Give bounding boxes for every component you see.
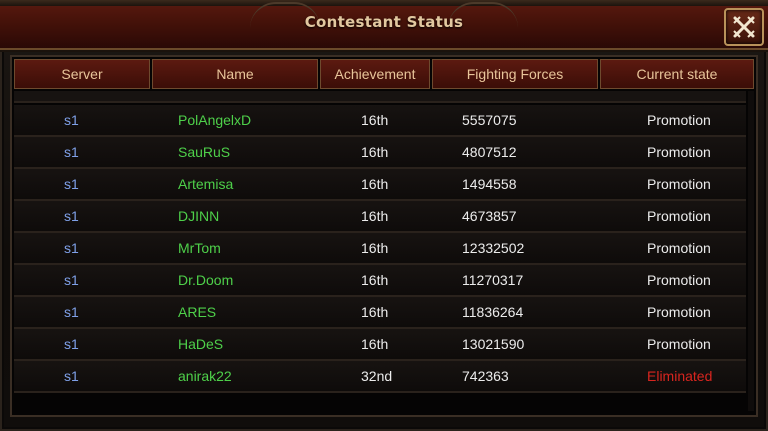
- achievement-cell: 16th: [361, 304, 389, 320]
- fighting-forces-cell: 4807512: [462, 144, 517, 160]
- name-cell: Artemisa: [178, 176, 234, 192]
- server-cell: s1: [64, 304, 79, 320]
- achievement-cell: 32nd: [361, 368, 393, 384]
- name-cell: anirak22: [178, 368, 232, 384]
- state-cell: Promotion: [647, 176, 711, 192]
- server-cell: s1: [64, 272, 79, 288]
- server-cell: s1: [64, 240, 79, 256]
- column-header-fighting-forces: Fighting Forces: [432, 59, 598, 89]
- column-header-name: Name: [152, 59, 318, 89]
- state-cell: Promotion: [647, 304, 711, 320]
- table-scrollbar[interactable]: [748, 91, 754, 411]
- achievement-cell: 16th: [361, 336, 389, 352]
- table-row[interactable]: s1 DJINN 16th 4673857 Promotion: [14, 201, 746, 233]
- server-cell: s1: [64, 112, 79, 128]
- achievement-cell: 16th: [361, 272, 389, 288]
- state-cell-eliminated: Eliminated: [647, 368, 713, 384]
- fighting-forces-cell: 1494558: [462, 176, 517, 192]
- title-bar: Contestant Status: [0, 0, 768, 50]
- fighting-forces-cell: 12332502: [462, 240, 525, 256]
- dialog-title: Contestant Status: [304, 13, 464, 31]
- fighting-forces-cell: 4673857: [462, 208, 517, 224]
- table-row[interactable]: s1 HaDeS 16th 13021590 Promotion: [14, 329, 746, 361]
- fighting-forces-cell: 5557075: [462, 112, 517, 128]
- table-row[interactable]: s1 anirak22 32nd 742363 Eliminated: [14, 361, 746, 393]
- state-cell: Promotion: [647, 336, 711, 352]
- name-cell: Dr.Doom: [178, 272, 234, 288]
- fighting-forces-cell: 13021590: [462, 336, 525, 352]
- achievement-cell: 16th: [361, 240, 389, 256]
- achievement-cell: 16th: [361, 112, 389, 128]
- contestant-table: Server Name Achievement Fighting Forces …: [10, 55, 758, 417]
- table-row[interactable]: s1 Dr.Doom 16th 11270317 Promotion: [14, 265, 746, 297]
- crossed-swords-close-icon: [733, 16, 755, 38]
- state-cell: Promotion: [647, 272, 711, 288]
- server-cell: s1: [64, 176, 79, 192]
- achievement-cell: 16th: [361, 208, 389, 224]
- state-cell: Promotion: [647, 144, 711, 160]
- fighting-forces-cell: 742363: [462, 368, 509, 384]
- table-header: Server Name Achievement Fighting Forces …: [12, 57, 756, 91]
- column-header-server: Server: [14, 59, 150, 89]
- server-cell: s1: [64, 368, 79, 384]
- state-cell: Promotion: [647, 240, 711, 256]
- name-cell: MrTom: [178, 240, 221, 256]
- state-cell: Promotion: [647, 112, 711, 128]
- state-cell: Promotion: [647, 208, 711, 224]
- table-row[interactable]: s1 MrTom 16th 12332502 Promotion: [14, 233, 746, 265]
- server-cell: s1: [64, 336, 79, 352]
- achievement-cell: 16th: [361, 144, 389, 160]
- name-cell: SauRuS: [178, 144, 231, 160]
- fighting-forces-cell: 11270317: [462, 272, 524, 288]
- table-row-partial: [14, 91, 746, 103]
- table-body[interactable]: s1 PolAngelxD 16th 5557075 Promotion s1 …: [12, 91, 756, 415]
- name-cell: ARES: [178, 304, 217, 320]
- close-button[interactable]: [724, 8, 764, 46]
- column-header-achievement: Achievement: [320, 59, 430, 89]
- achievement-cell: 16th: [361, 176, 389, 192]
- table-row[interactable]: s1 PolAngelxD 16th 5557075 Promotion: [14, 105, 746, 137]
- dialog-frame: Contestant Status Server Name Achievemen…: [0, 0, 768, 431]
- fighting-forces-cell: 11836264: [462, 304, 524, 320]
- name-cell: DJINN: [178, 208, 220, 224]
- name-cell: PolAngelxD: [178, 112, 252, 128]
- server-cell: s1: [64, 208, 79, 224]
- name-cell: HaDeS: [178, 336, 224, 352]
- table-row[interactable]: s1 SauRuS 16th 4807512 Promotion: [14, 137, 746, 169]
- server-cell: s1: [64, 144, 79, 160]
- table-row[interactable]: s1 Artemisa 16th 1494558 Promotion: [14, 169, 746, 201]
- table-row[interactable]: s1 ARES 16th 11836264 Promotion: [14, 297, 746, 329]
- column-header-current-state: Current state: [600, 59, 754, 89]
